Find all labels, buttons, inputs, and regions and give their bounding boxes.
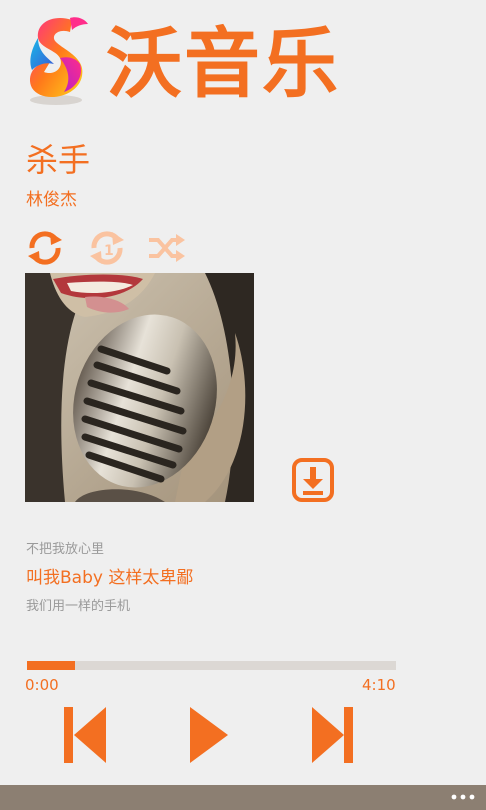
play-mode-bar: 1	[24, 228, 194, 268]
repeat-all-icon[interactable]	[24, 228, 66, 268]
progress-bar[interactable]	[27, 661, 396, 670]
previous-button[interactable]	[62, 705, 112, 765]
app-logo	[20, 14, 94, 108]
more-ellipsis-icon	[451, 794, 475, 800]
progress-fill	[27, 661, 75, 670]
artist-name: 林俊杰	[26, 190, 77, 210]
app-title: 沃音乐	[106, 19, 340, 108]
lyric-next-line: 我们用一样的手机	[26, 599, 131, 614]
shuffle-icon[interactable]	[146, 228, 188, 268]
app-bar	[0, 785, 486, 810]
lyric-previous-line: 不把我放心里	[26, 542, 105, 557]
next-button[interactable]	[310, 705, 360, 765]
wo-music-logo-icon	[30, 17, 88, 105]
album-cover-microphone	[25, 273, 254, 502]
play-icon	[190, 707, 228, 763]
lyric-current-line: 叫我Baby 这样太卑鄙	[26, 568, 194, 588]
album-art	[25, 273, 254, 502]
song-title: 杀手	[26, 141, 91, 179]
svg-text:1: 1	[104, 243, 114, 259]
total-time: 4:10	[362, 676, 396, 694]
download-icon	[292, 458, 334, 502]
skip-next-icon	[312, 707, 353, 763]
skip-previous-icon	[64, 707, 106, 763]
repeat-one-icon[interactable]: 1	[86, 228, 128, 268]
current-time: 0:00	[25, 676, 59, 694]
play-button[interactable]	[188, 705, 238, 765]
more-button[interactable]	[450, 789, 476, 805]
download-button[interactable]	[291, 457, 335, 503]
